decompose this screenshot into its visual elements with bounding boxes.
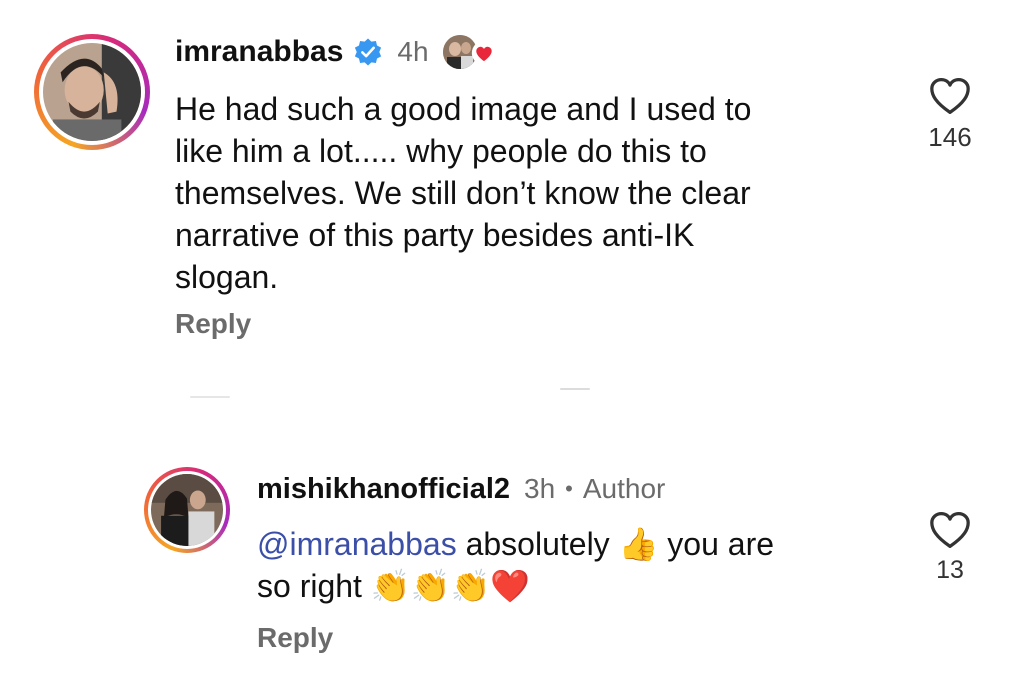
divider: [560, 388, 590, 390]
author-badge: Author: [582, 473, 666, 504]
comments-screen: imranabbas 4h He had such a good image a…: [0, 0, 1024, 689]
avatar-story-ring[interactable]: [34, 34, 150, 150]
thumbs-up-emoji: 👍: [618, 525, 659, 563]
separator-dot: •: [565, 476, 573, 501]
like-control: 146: [910, 76, 990, 153]
reply-button[interactable]: Reply: [257, 622, 333, 654]
username[interactable]: imranabbas: [175, 35, 343, 69]
comment-text: @imranabbas absolutely 👍 you are so righ…: [257, 523, 897, 607]
timestamp: 4h: [397, 36, 429, 67]
heart-filled-icon: [471, 40, 496, 66]
avatar: [151, 474, 223, 546]
heart-outline-icon[interactable]: [928, 510, 972, 550]
username[interactable]: mishikhanofficial2: [257, 473, 510, 506]
like-control: 13: [910, 510, 990, 585]
liked-by-author-indicator: [442, 32, 499, 72]
red-heart-emoji: ❤️: [490, 567, 531, 605]
reply-mishikhanofficial2: mishikhanofficial2 3h • Author @imranabb…: [0, 455, 1024, 689]
divider: [190, 396, 230, 398]
like-count: 146: [928, 122, 972, 152]
comment-imranabbas: imranabbas 4h He had such a good image a…: [0, 0, 1024, 400]
timestamp: 3h: [524, 473, 556, 504]
mention-link[interactable]: @imranabbas: [257, 526, 457, 562]
clapping-emoji: 👏👏👏: [370, 567, 491, 605]
heart-outline-icon[interactable]: [928, 76, 972, 116]
avatar: [43, 43, 141, 141]
verified-badge-icon: [355, 38, 382, 66]
comment-header: imranabbas 4h: [175, 30, 499, 74]
avatar-story-ring[interactable]: [144, 467, 230, 553]
comment-text: He had such a good image and I used to l…: [175, 91, 752, 295]
comment-text-part: absolutely: [456, 526, 619, 562]
reply-button[interactable]: Reply: [175, 308, 251, 340]
like-count: 13: [936, 556, 964, 584]
comment-header: mishikhanofficial2 3h • Author: [257, 469, 665, 509]
